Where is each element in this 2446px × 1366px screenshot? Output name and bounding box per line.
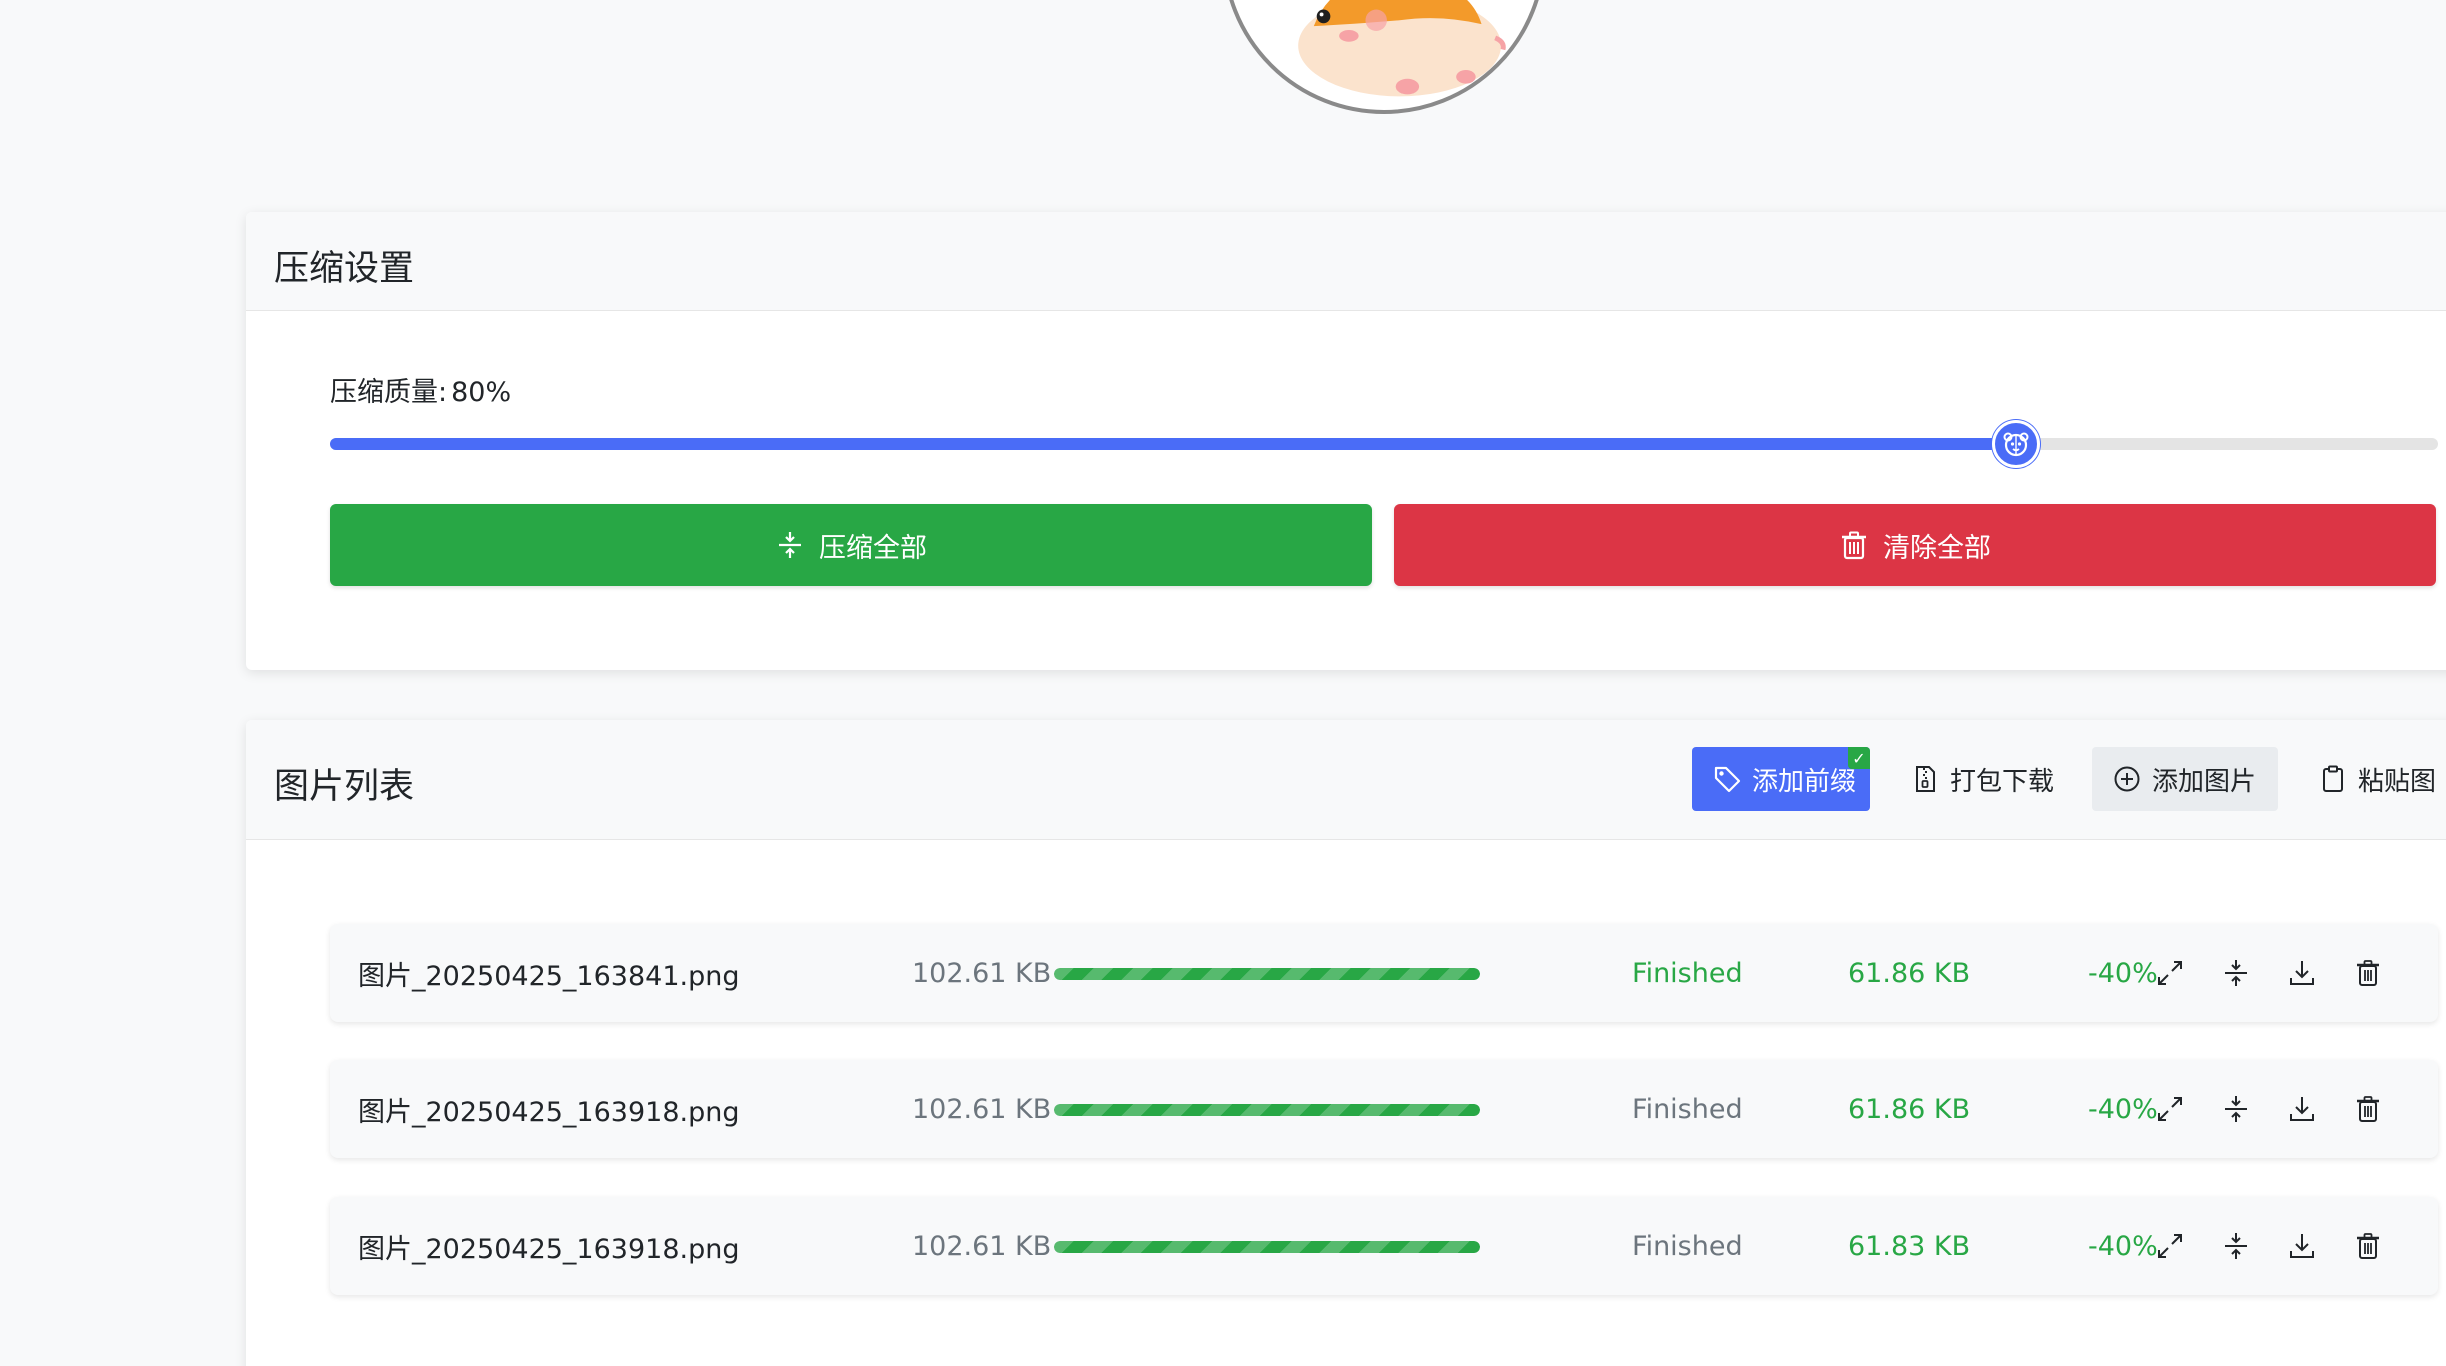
- progress-bar-fill: [1054, 968, 1480, 980]
- add-prefix-label: 添加前缀: [1752, 766, 1857, 797]
- status-text: Finished: [1632, 1093, 1743, 1125]
- download-button[interactable]: [2280, 1224, 2324, 1268]
- file-name: 图片_20250425_163841.png: [358, 960, 740, 992]
- compress-button[interactable]: [2214, 1087, 2258, 1131]
- original-size: 102.61 KB: [912, 1230, 1052, 1262]
- image-row: 图片_20250425_163918.png 102.61 KB Finishe…: [330, 1060, 2438, 1158]
- preview-button[interactable]: [2148, 1087, 2192, 1131]
- expand-arrows-icon: [2158, 961, 2182, 985]
- delete-button[interactable]: [2346, 1224, 2390, 1268]
- progress-bar-fill: [1054, 1104, 1480, 1116]
- download-button[interactable]: [2280, 951, 2324, 995]
- compress-arrows-icon: [2225, 1096, 2247, 1122]
- download-icon: [2290, 961, 2314, 985]
- expand-arrows-icon: [2158, 1234, 2182, 1258]
- list-card-header: 图片列表 添加前缀 ✓ 打包下载 添加图片 粘贴图: [246, 720, 2446, 840]
- compression-progress: [1054, 1241, 1480, 1253]
- download-icon: [2290, 1234, 2314, 1258]
- quality-slider[interactable]: [330, 420, 2438, 468]
- clipboard-icon: [2323, 765, 2343, 792]
- hamster-logo-icon: [1298, 0, 1506, 97]
- compress-all-button[interactable]: 压缩全部: [330, 504, 1372, 586]
- hamster-face-icon: [2003, 432, 2029, 457]
- slider-thumb[interactable]: [1992, 420, 2041, 468]
- image-list-card: 图片列表 添加前缀 ✓ 打包下载 添加图片 粘贴图 图片_20250425_16…: [246, 720, 2446, 1366]
- quality-value: 80%: [451, 377, 512, 408]
- settings-card-header: 压缩设置: [246, 212, 2446, 311]
- paste-image-button[interactable]: 粘贴图: [2298, 747, 2446, 811]
- clear-all-button[interactable]: 清除全部: [1394, 504, 2436, 586]
- paste-image-label: 粘贴图: [2358, 766, 2437, 797]
- list-card-title: 图片列表: [274, 767, 415, 807]
- original-size: 102.61 KB: [912, 957, 1052, 989]
- compress-all-label: 压缩全部: [819, 532, 927, 564]
- trash-icon: [1842, 531, 1866, 560]
- download-button[interactable]: [2280, 1087, 2324, 1131]
- preview-button[interactable]: [2148, 1224, 2192, 1268]
- delete-button[interactable]: [2346, 951, 2390, 995]
- file-name: 图片_20250425_163918.png: [358, 1233, 740, 1265]
- file-name: 图片_20250425_163918.png: [358, 1096, 740, 1128]
- original-size: 102.61 KB: [912, 1093, 1052, 1125]
- image-row: 图片_20250425_163841.png 102.61 KB Finishe…: [330, 924, 2438, 1022]
- compress-button[interactable]: [2214, 1224, 2258, 1268]
- add-image-label: 添加图片: [2152, 766, 2257, 797]
- status-text: Finished: [1632, 1230, 1743, 1262]
- compression-settings-card: 压缩设置 压缩质量: 80% 压缩全部 清除全部: [246, 212, 2446, 670]
- tag-icon: [1714, 766, 1741, 793]
- compression-progress: [1054, 1104, 1480, 1116]
- download-icon: [2290, 1097, 2314, 1121]
- plus-circle-icon: [2114, 766, 2140, 792]
- slider-fill: [330, 438, 2017, 450]
- app-page: 压缩设置 压缩质量: 80% 压缩全部 清除全部 图片列表 添加前缀 ✓ 打包下…: [0, 0, 2446, 1366]
- status-text: Finished: [1632, 957, 1743, 989]
- image-row: 图片_20250425_163918.png 102.61 KB Finishe…: [330, 1197, 2438, 1295]
- compression-progress: [1054, 968, 1480, 980]
- compressed-size: 61.83 KB: [1848, 1230, 1971, 1262]
- expand-arrows-icon: [2158, 1097, 2182, 1121]
- compress-button[interactable]: [2214, 951, 2258, 995]
- quality-label: 压缩质量: 80%: [330, 370, 511, 409]
- zip-download-label: 打包下载: [1950, 766, 2055, 797]
- compress-arrows-icon: [2225, 960, 2247, 986]
- trash-icon: [2357, 1233, 2379, 1259]
- compressed-size: 61.86 KB: [1848, 1093, 1971, 1125]
- trash-icon: [2357, 960, 2379, 986]
- quality-label-text: 压缩质量:: [330, 377, 448, 408]
- add-prefix-button[interactable]: 添加前缀 ✓: [1692, 747, 1870, 811]
- settings-card-title: 压缩设置: [274, 249, 415, 289]
- progress-bar-fill: [1054, 1241, 1480, 1253]
- compressed-size: 61.86 KB: [1848, 957, 1971, 989]
- zip-download-button[interactable]: 打包下载: [1890, 747, 2074, 811]
- preview-button[interactable]: [2148, 951, 2192, 995]
- delete-button[interactable]: [2346, 1087, 2390, 1131]
- zip-file-icon: [1916, 766, 1935, 792]
- prefix-checked-badge: ✓: [1848, 747, 1870, 769]
- compress-arrows-icon: [779, 532, 801, 558]
- add-image-button[interactable]: 添加图片: [2092, 747, 2278, 811]
- trash-icon: [2357, 1096, 2379, 1122]
- compress-arrows-icon: [2225, 1233, 2247, 1259]
- hamster-logo: [1222, 0, 1546, 114]
- clear-all-label: 清除全部: [1883, 532, 1991, 564]
